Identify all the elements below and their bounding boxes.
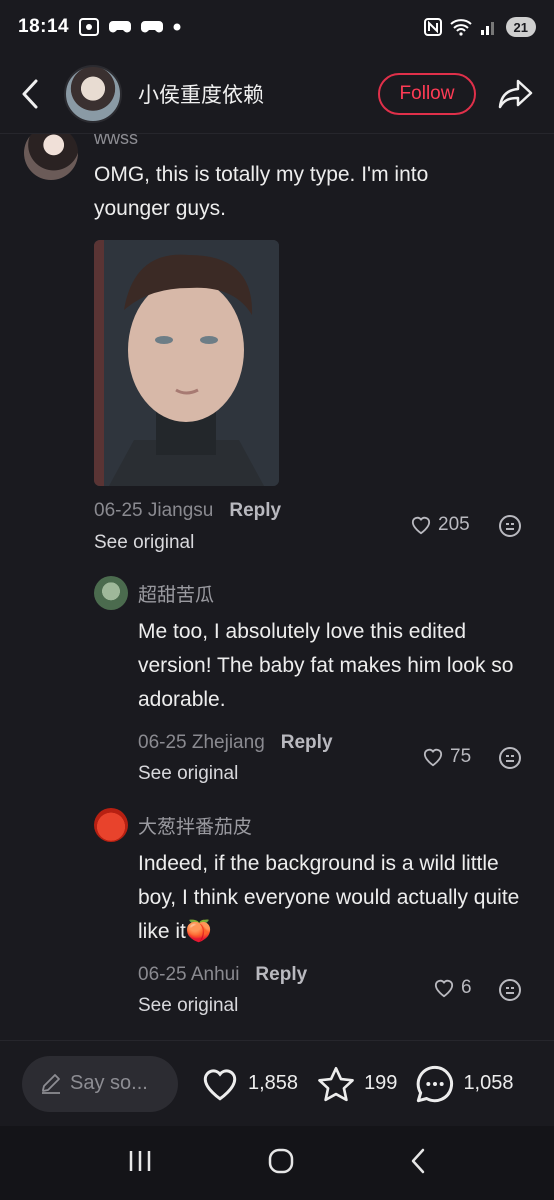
chat-bubble-icon (417, 1065, 454, 1102)
see-original-link[interactable]: See original (138, 763, 238, 785)
see-original-link[interactable]: See original (94, 532, 194, 554)
bottom-action-bar: Say so... 1,858 199 1,058 (0, 1040, 554, 1126)
comment-input[interactable]: Say so... (22, 1055, 178, 1112)
dislike-button[interactable] (498, 978, 522, 1007)
reply-text: Me too, I absolutely love this edited ve… (138, 620, 514, 711)
chevron-left-icon (22, 79, 38, 108)
post-like-button[interactable]: 1,858 (200, 1066, 298, 1102)
meh-face-icon (499, 979, 521, 1001)
home-icon (268, 1148, 294, 1173)
post-favorite-button[interactable]: 199 (316, 1065, 397, 1103)
recents-icon (130, 1150, 151, 1171)
game-controller-icon-2 (141, 19, 164, 35)
star-icon (318, 1066, 354, 1101)
like-count: 75 (450, 746, 472, 767)
reply-button[interactable]: Reply (281, 732, 333, 754)
reply-meta: 06-25 Zhejiang Reply (138, 732, 333, 754)
system-nav-bar (0, 1126, 554, 1200)
home-button[interactable] (267, 1147, 295, 1180)
post-favorite-count: 199 (364, 1072, 398, 1094)
commenter-avatar[interactable] (24, 134, 78, 180)
share-icon (498, 79, 533, 108)
reply-meta: 06-25 Anhui Reply (138, 964, 307, 986)
see-original-link[interactable]: See original (138, 995, 238, 1017)
comment-text: OMG, this is totally my type. I'm into y… (94, 163, 429, 220)
reply-text: Indeed, if the background is a wild litt… (138, 847, 528, 949)
comment-date-location: 06-25 Jiangsu (94, 500, 214, 521)
reply-avatar[interactable] (94, 576, 128, 610)
follow-button[interactable]: Follow (378, 72, 476, 115)
like-count: 6 (461, 977, 472, 998)
battery-indicator: 21 (505, 17, 536, 37)
like-button[interactable]: 75 (422, 746, 471, 768)
dislike-button[interactable] (498, 514, 522, 543)
commenter-username[interactable]: wwss (94, 134, 138, 149)
status-time: 18:14 (18, 16, 70, 37)
reply-username[interactable]: 大葱拌番茄皮 (138, 812, 252, 839)
author-avatar[interactable] (64, 64, 122, 123)
reply-username[interactable]: 超甜苦瓜 (138, 580, 214, 607)
comment-input-placeholder: Say so... (70, 1072, 148, 1094)
heart-icon (423, 748, 443, 767)
post-comment-button[interactable]: 1,058 (415, 1064, 514, 1104)
system-back-button[interactable] (408, 1147, 428, 1180)
post-header: 小侯重度依赖 Follow (0, 54, 554, 134)
comments-list[interactable]: wwss OMG, this is totally my type. I'm i… (0, 134, 554, 1040)
like-button[interactable]: 6 (433, 977, 472, 999)
nfc-icon (423, 18, 442, 36)
recents-button[interactable] (126, 1148, 154, 1179)
share-button[interactable] (498, 76, 534, 112)
post-like-count: 1,858 (248, 1072, 299, 1094)
reply-date-location: 06-25 Zhejiang (138, 732, 265, 753)
meh-face-icon (499, 515, 521, 537)
like-count: 205 (438, 514, 470, 535)
heart-icon (434, 979, 454, 998)
game-controller-icon (109, 19, 132, 35)
like-button[interactable]: 205 (410, 514, 470, 536)
meh-face-icon (499, 747, 521, 769)
portrait-image (94, 240, 279, 486)
status-bar: 18:14 21 (0, 0, 554, 54)
pencil-icon (42, 1073, 60, 1094)
back-button[interactable] (20, 74, 46, 114)
reply-avatar[interactable] (94, 808, 128, 842)
reply-date-location: 06-25 Anhui (138, 964, 240, 985)
comment-meta: 06-25 Jiangsu Reply (94, 500, 281, 522)
reply-button[interactable]: Reply (255, 964, 307, 986)
screenshot-icon (79, 18, 100, 36)
wifi-icon (449, 18, 472, 36)
comment-image[interactable] (94, 240, 279, 486)
heart-icon (411, 516, 431, 535)
reply-button[interactable]: Reply (229, 500, 281, 522)
dislike-button[interactable] (498, 746, 522, 775)
heart-icon (203, 1068, 237, 1100)
signal-icon (480, 19, 498, 35)
emoji-sticker: 🍑 (185, 920, 213, 943)
post-comment-count: 1,058 (463, 1072, 514, 1094)
back-arrow-icon (411, 1148, 424, 1173)
notification-dot-icon (173, 23, 181, 31)
author-name[interactable]: 小侯重度依赖 (138, 79, 264, 109)
